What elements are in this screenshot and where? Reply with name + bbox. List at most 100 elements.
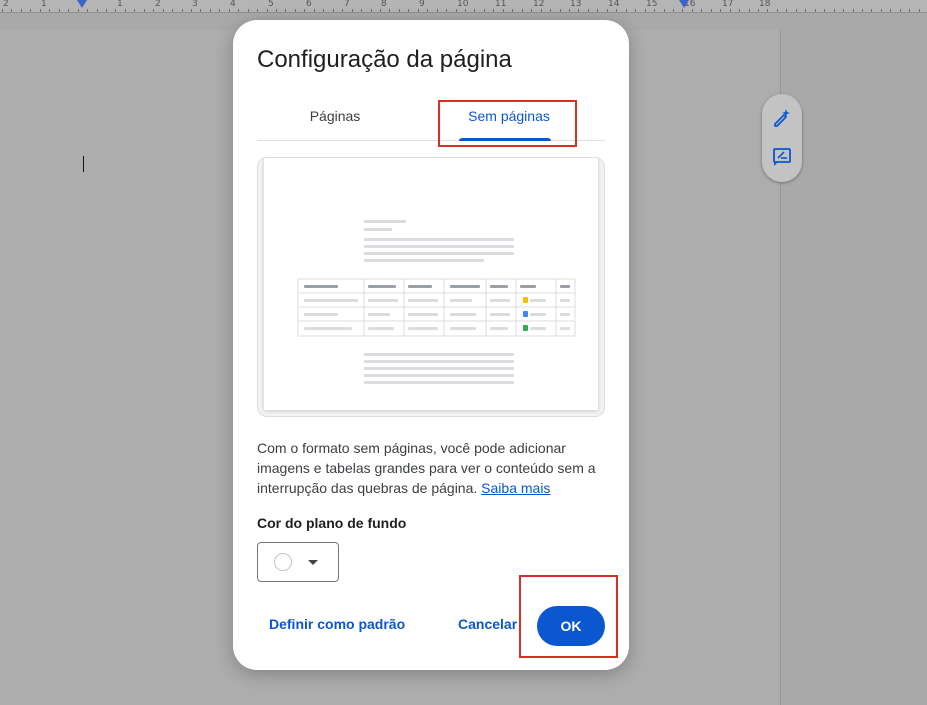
ruler-number: 11: [495, 0, 507, 9]
ruler-tick: [295, 9, 296, 12]
edit-sparkle-icon[interactable]: [771, 106, 793, 128]
ruler-number: 12: [533, 0, 545, 9]
ruler-tick: [900, 9, 901, 12]
ruler-tick: [682, 9, 683, 12]
ruler-number: 5: [268, 0, 274, 9]
ruler-tick: [125, 9, 126, 12]
ruler-tick: [465, 9, 466, 12]
ruler-tick: [399, 9, 400, 12]
tab-pages[interactable]: Páginas: [295, 100, 375, 140]
ruler-tick: [257, 9, 258, 12]
ruler-tick: [342, 9, 343, 12]
ruler-number: 4: [230, 0, 236, 9]
ruler-tick: [720, 9, 721, 12]
background-color-dropdown[interactable]: [257, 542, 339, 582]
ruler-tick: [229, 9, 230, 12]
ruler-tick: [909, 9, 910, 12]
ruler-tick: [645, 9, 646, 12]
ruler-tick: [371, 9, 372, 12]
learn-more-link[interactable]: Saiba mais: [481, 480, 550, 496]
ruler-tick: [730, 9, 731, 12]
ruler-tick: [285, 9, 286, 12]
background-color-label: Cor do plano de fundo: [257, 515, 407, 531]
preview-paper: [264, 158, 598, 410]
ruler-tick: [881, 9, 882, 12]
ruler-tick: [824, 9, 825, 12]
ruler-tick: [493, 9, 494, 12]
ruler-tick: [115, 9, 116, 12]
ruler-tick: [862, 9, 863, 12]
ruler-tick: [40, 9, 41, 12]
ruler-tick: [834, 9, 835, 12]
ruler-tick: [616, 9, 617, 12]
ruler-tick: [607, 9, 608, 12]
ruler-tick: [777, 9, 778, 12]
ruler-tick: [597, 9, 598, 12]
ruler-tick: [560, 9, 561, 12]
ruler-number: 1: [117, 0, 123, 9]
indent-marker-right[interactable]: [679, 0, 689, 8]
ruler-tick: [701, 9, 702, 12]
ruler-tick: [890, 9, 891, 12]
ruler[interactable]: 2 1 1 2 3 4 5 6 7 8 9 10 11 12 13 14 15 16 17 18: [0, 0, 927, 13]
ruler-tick: [68, 9, 69, 12]
pageless-preview: [257, 157, 605, 417]
ruler-number: 2: [155, 0, 161, 9]
ruler-tick: [389, 9, 390, 12]
set-default-button[interactable]: Definir como padrão: [269, 616, 405, 632]
ruler-tick: [352, 9, 353, 12]
comment-icon[interactable]: [771, 146, 793, 168]
ruler-tick: [144, 9, 145, 12]
text-cursor: [83, 156, 84, 172]
ruler-tick: [541, 9, 542, 12]
ruler-tick: [427, 9, 428, 12]
ruler-number: 13: [570, 0, 582, 9]
ruler-tick: [758, 9, 759, 12]
ruler-tick: [172, 9, 173, 12]
ruler-tick: [437, 9, 438, 12]
ruler-tick: [711, 9, 712, 12]
preview-illustration: [297, 220, 576, 384]
ruler-tick: [692, 9, 693, 12]
ruler-tick: [739, 9, 740, 12]
ruler-tick: [578, 9, 579, 12]
ruler-tick: [673, 9, 674, 12]
ruler-number: 14: [608, 0, 620, 9]
ruler-number: 2: [3, 0, 9, 9]
ruler-number: 15: [646, 0, 658, 9]
ruler-tick: [380, 9, 381, 12]
ruler-tick: [664, 9, 665, 12]
ruler-tick: [446, 9, 447, 12]
ruler-tick: [219, 9, 220, 12]
ruler-tick: [87, 9, 88, 12]
side-toolbar: [762, 94, 802, 182]
highlight-box-ok: [519, 575, 618, 658]
ruler-tick: [815, 9, 816, 12]
ruler-tick: [588, 9, 589, 12]
page-setup-dialog: Configuração da página Páginas Sem págin…: [233, 20, 629, 670]
indent-marker-left[interactable]: [77, 0, 87, 8]
ruler-tick: [163, 9, 164, 12]
ruler-tick: [786, 9, 787, 12]
highlight-box-tab: [438, 100, 577, 147]
ruler-tick: [796, 9, 797, 12]
ruler-number: 10: [457, 0, 469, 9]
ruler-tick: [654, 9, 655, 12]
ruler-tick: [11, 9, 12, 12]
ruler-number: 18: [759, 0, 771, 9]
ruler-tick: [49, 9, 50, 12]
ruler-tick: [843, 9, 844, 12]
ruler-tick: [805, 9, 806, 12]
ruler-number: 3: [192, 0, 198, 9]
ruler-tick: [550, 9, 551, 12]
ruler-tick: [200, 9, 201, 12]
ruler-number: 6: [306, 0, 312, 9]
color-swatch: [274, 553, 292, 571]
ruler-tick: [522, 9, 523, 12]
ruler-tick: [21, 9, 22, 12]
ruler-tick: [210, 9, 211, 12]
ruler-tick: [408, 9, 409, 12]
ruler-tick: [304, 9, 305, 12]
ruler-tick: [484, 9, 485, 12]
cancel-button[interactable]: Cancelar: [458, 616, 517, 632]
